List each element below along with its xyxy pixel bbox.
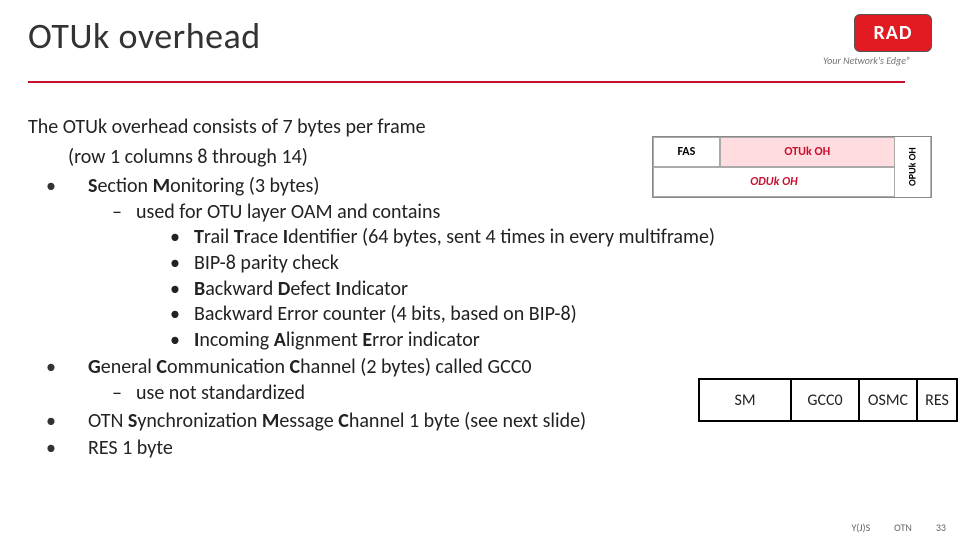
byte-osmc: OSMC [858, 380, 916, 420]
smc-b3: C [338, 409, 349, 433]
tti-b2: T [234, 225, 244, 249]
gcc-t3: hannel (2 bytes) called GCC0 [300, 355, 531, 379]
footer-topic: OTN [894, 521, 912, 534]
sm-item-bip8: BIP-8 parity check [170, 251, 932, 277]
bdi-t2: efect [290, 277, 335, 301]
logo-block: RAD Your Network's Edge® [802, 14, 932, 67]
sm-items: Trail Trace Identifier (64 bytes, sent 4… [136, 225, 932, 353]
footer-author: Y(J)S [851, 521, 870, 534]
gcc-t2: ommunication [167, 355, 290, 379]
tti-t1: rail [204, 225, 234, 249]
sm-sub-text: used for OTU layer OAM and contains [136, 200, 440, 224]
bullet-res: RES 1 byte [28, 436, 932, 462]
header-divider [28, 81, 905, 83]
sm-t2: onitoring (3 bytes) [170, 174, 319, 198]
iae-b2: A [274, 328, 286, 352]
bdi-t1: ackward [205, 277, 278, 301]
sm-b2: M [153, 174, 170, 198]
page-title: OTUk overhead [28, 14, 261, 58]
iae-b3: E [362, 328, 372, 352]
gcc-b3: C [290, 355, 301, 379]
footer-page: 33 [936, 521, 946, 534]
tti-b1: T [194, 225, 204, 249]
iae-t2: lignment [286, 328, 363, 352]
sm-item-bec: Backward Error counter (4 bits, based on… [170, 302, 932, 328]
iae-t1: ncoming [199, 328, 273, 352]
bdi-t3: ndicator [341, 277, 408, 301]
sm-sub-line: used for OTU layer OAM and contains Trai… [112, 200, 932, 354]
sm-sublist: used for OTU layer OAM and contains Trai… [88, 200, 932, 354]
gcc-b2: C [156, 355, 167, 379]
smc-b1: S [128, 409, 137, 433]
brand-tagline: Your Network's Edge® [802, 54, 932, 67]
footer: Y(J)S OTN 33 [851, 521, 946, 534]
sm-item-iae: Incoming Alignment Error indicator [170, 328, 932, 354]
smc-t3: hannel 1 byte (see next slide) [349, 409, 586, 433]
byte-table: SM GCC0 OSMC RES [698, 378, 958, 422]
iae-t3: rror indicator [372, 328, 480, 352]
smc-t1: ynchronization [137, 409, 262, 433]
byte-sm: SM [700, 380, 790, 420]
sm-item-bdi: Backward Defect Indicator [170, 277, 932, 303]
byte-gcc0: GCC0 [790, 380, 858, 420]
intro-line-1: The OTUk overhead consists of 7 bytes pe… [28, 115, 932, 141]
header: OTUk overhead RAD Your Network's Edge® [28, 14, 932, 67]
tti-t3: dentifier (64 bytes, sent 4 times in eve… [288, 225, 715, 249]
slide: OTUk overhead RAD Your Network's Edge® F… [0, 0, 960, 540]
brand-logo: RAD [854, 14, 932, 52]
gcc-b1: G [88, 355, 101, 379]
byte-res: RES [916, 380, 956, 420]
bullet-sm: Section Monitoring (3 bytes) used for OT… [28, 174, 932, 353]
smc-t2: essage [279, 409, 338, 433]
smc-b2: M [262, 409, 279, 433]
sm-item-tti: Trail Trace Identifier (64 bytes, sent 4… [170, 225, 932, 251]
intro-line-2: (row 1 columns 8 through 14) [28, 145, 932, 171]
smc-t0: OTN [88, 409, 128, 433]
bdi-b2: D [278, 277, 291, 301]
bdi-b1: B [194, 277, 205, 301]
sm-t1: ection [97, 174, 152, 198]
tti-t2: race [244, 225, 283, 249]
gcc-t1: eneral [101, 355, 157, 379]
